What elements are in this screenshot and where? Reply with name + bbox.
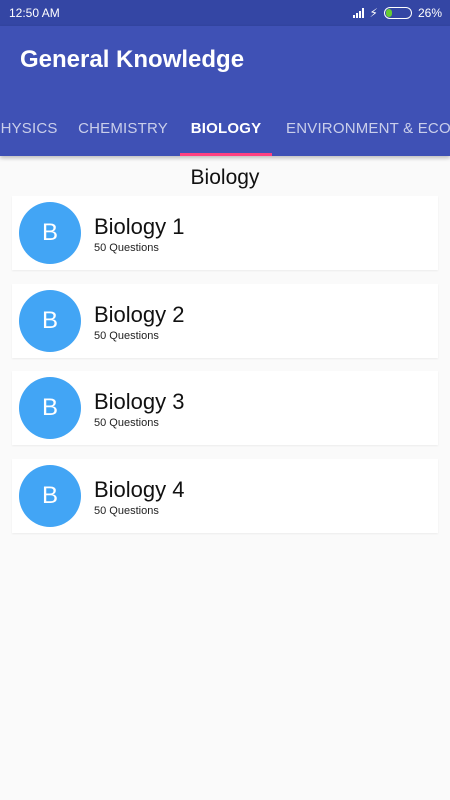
quiz-title: Biology 1 (94, 214, 185, 239)
section-title: Biology (190, 166, 260, 189)
quiz-title: Biology 4 (94, 476, 185, 502)
quiz-card-biology-1[interactable]: B Biology 1 50 Questions (12, 196, 438, 270)
tab-physics[interactable]: Physics (0, 100, 64, 156)
tab-label: Physics (0, 119, 58, 137)
quiz-question-count: 50 Questions (94, 504, 159, 517)
quiz-list: B Biology 1 50 Questions B Biology 2 50 … (12, 196, 438, 546)
quiz-card-biology-2[interactable]: B Biology 2 50 Questions (12, 283, 438, 358)
status-bar: 12:50 AM ⚡ 26% (0, 0, 450, 26)
status-time: 12:50 AM (9, 6, 60, 20)
battery-level-fill (385, 9, 393, 17)
quiz-question-count: 50 Questions (94, 329, 159, 342)
quiz-title: Biology 3 (94, 389, 185, 414)
tab-indicator (180, 153, 272, 156)
tab-environment-ecology[interactable]: Environment & Ecology (286, 100, 450, 156)
app-bar: General Knowledge Physics Chemistry Biol… (0, 26, 450, 156)
battery-percent: 26% (417, 6, 442, 20)
signal-icon (352, 8, 364, 18)
app-title: General Knowledge (20, 46, 245, 73)
quiz-question-count: 50 Questions (94, 417, 159, 429)
quiz-card-biology-3[interactable]: B Biology 3 50 Questions (12, 371, 438, 445)
tab-label: Chemistry (78, 119, 168, 137)
avatar: B (19, 289, 81, 352)
charging-icon: ⚡ (369, 6, 378, 20)
quiz-question-count: 50 Questions (94, 242, 159, 254)
avatar: B (19, 202, 81, 264)
battery-icon (383, 7, 412, 19)
tab-label: Biology (190, 119, 262, 137)
tab-chemistry[interactable]: Chemistry (72, 100, 174, 156)
tab-label: Environment & Ecology (286, 119, 450, 137)
avatar: B (19, 464, 81, 527)
quiz-title: Biology 2 (94, 301, 185, 327)
tab-biology[interactable]: Biology (180, 100, 272, 156)
tab-strip[interactable]: Physics Chemistry Biology Environment & … (0, 100, 450, 156)
status-icons: ⚡ 26% (352, 6, 442, 20)
quiz-card-biology-4[interactable]: B Biology 4 50 Questions (12, 458, 438, 533)
avatar: B (19, 377, 81, 439)
